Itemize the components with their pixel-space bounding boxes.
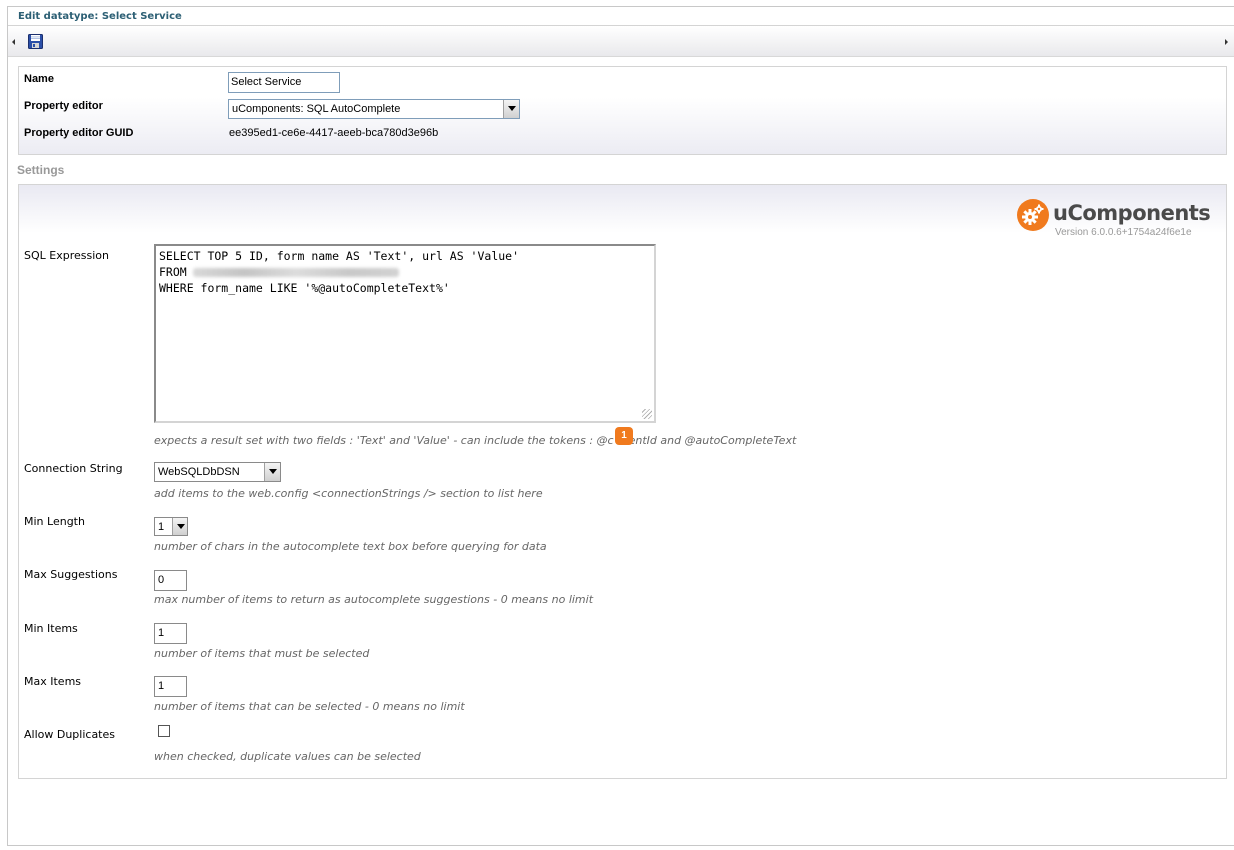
min-items-input[interactable]: 1 bbox=[154, 623, 187, 644]
min-length-label: Min Length bbox=[24, 515, 85, 528]
max-suggestions-input[interactable]: 0 bbox=[154, 570, 187, 591]
scroll-left-arrow-icon[interactable] bbox=[12, 39, 15, 45]
sql-hint-end: entId and @autoCompleteText bbox=[628, 434, 797, 447]
sql-expression-textarea[interactable]: SELECT TOP 5 ID, form name AS 'Text', ur… bbox=[154, 244, 656, 423]
chevron-down-icon bbox=[172, 518, 187, 535]
scroll-right-arrow-icon[interactable] bbox=[1225, 39, 1228, 45]
property-editor-select[interactable]: uComponents: SQL AutoComplete bbox=[228, 99, 520, 119]
logo-text: uComponents bbox=[1053, 201, 1211, 225]
name-input[interactable]: Select Service bbox=[228, 72, 340, 93]
max-items-label: Max Items bbox=[24, 675, 82, 688]
connection-string-hint: add items to the web.config <connectionS… bbox=[154, 487, 543, 500]
notification-badge: 1 bbox=[615, 427, 633, 445]
property-editor-label: Property editor bbox=[24, 100, 103, 112]
sql-expression-hint: expects a result set with two fields : '… bbox=[154, 434, 796, 447]
max-items-input[interactable]: 1 bbox=[154, 676, 187, 697]
floppy-disk-icon bbox=[28, 34, 43, 49]
page-title: Edit datatype: Select Service bbox=[18, 11, 182, 22]
min-length-hint: number of chars in the autocomplete text… bbox=[154, 540, 547, 553]
settings-panel: uComponents Version 6.0.0.6+1754a24f6e1e… bbox=[18, 184, 1227, 779]
property-editor-selected-value: uComponents: SQL AutoComplete bbox=[232, 103, 401, 115]
sql-line-1: SELECT TOP 5 ID, form name AS 'Text', ur… bbox=[159, 249, 520, 263]
allow-duplicates-label: Allow Duplicates bbox=[24, 728, 115, 741]
sql-hint-start: expects a result set with two fields : '… bbox=[154, 434, 614, 447]
sql-line-3: WHERE form_name LIKE '%@autoCompleteText… bbox=[159, 281, 450, 295]
toolbar bbox=[8, 25, 1234, 57]
connection-string-selected-value: WebSQLDbDSN bbox=[158, 466, 240, 478]
redacted-table-name bbox=[192, 268, 399, 277]
datatype-editor-window: Edit datatype: Select Service Name Selec… bbox=[7, 6, 1234, 846]
title-bar: Edit datatype: Select Service bbox=[8, 7, 1234, 25]
ucomponents-logo: uComponents Version 6.0.0.6+1754a24f6e1e bbox=[1017, 199, 1212, 241]
max-suggestions-label: Max Suggestions bbox=[24, 568, 118, 581]
min-length-select[interactable]: 1 bbox=[154, 517, 188, 536]
resize-grip-icon[interactable] bbox=[642, 409, 652, 419]
property-editor-guid-label: Property editor GUID bbox=[24, 127, 134, 139]
name-label: Name bbox=[24, 73, 54, 85]
version-text: Version 6.0.0.6+1754a24f6e1e bbox=[1055, 227, 1192, 238]
max-items-hint: number of items that can be selected - 0… bbox=[154, 700, 465, 713]
allow-duplicates-checkbox[interactable] bbox=[158, 725, 170, 737]
connection-string-label: Connection String bbox=[24, 462, 123, 475]
connection-string-select[interactable]: WebSQLDbDSN bbox=[154, 462, 281, 482]
allow-duplicates-hint: when checked, duplicate values can be se… bbox=[154, 750, 421, 763]
min-items-label: Min Items bbox=[24, 622, 78, 635]
settings-heading: Settings bbox=[17, 163, 65, 177]
gear-logo-icon bbox=[1017, 199, 1049, 231]
chevron-down-icon bbox=[503, 100, 519, 118]
min-items-hint: number of items that must be selected bbox=[154, 647, 370, 660]
min-length-selected-value: 1 bbox=[158, 521, 165, 533]
property-panel: Name Select Service Property editor uCom… bbox=[18, 66, 1227, 155]
sql-line-2: FROM bbox=[159, 265, 187, 279]
save-button[interactable] bbox=[28, 34, 43, 49]
max-suggestions-hint: max number of items to return as autocom… bbox=[154, 593, 594, 606]
sql-expression-label: SQL Expression bbox=[24, 249, 109, 262]
property-editor-guid-value: ee395ed1-ce6e-4417-aeeb-bca780d3e96b bbox=[229, 127, 439, 139]
chevron-down-icon bbox=[264, 463, 280, 481]
